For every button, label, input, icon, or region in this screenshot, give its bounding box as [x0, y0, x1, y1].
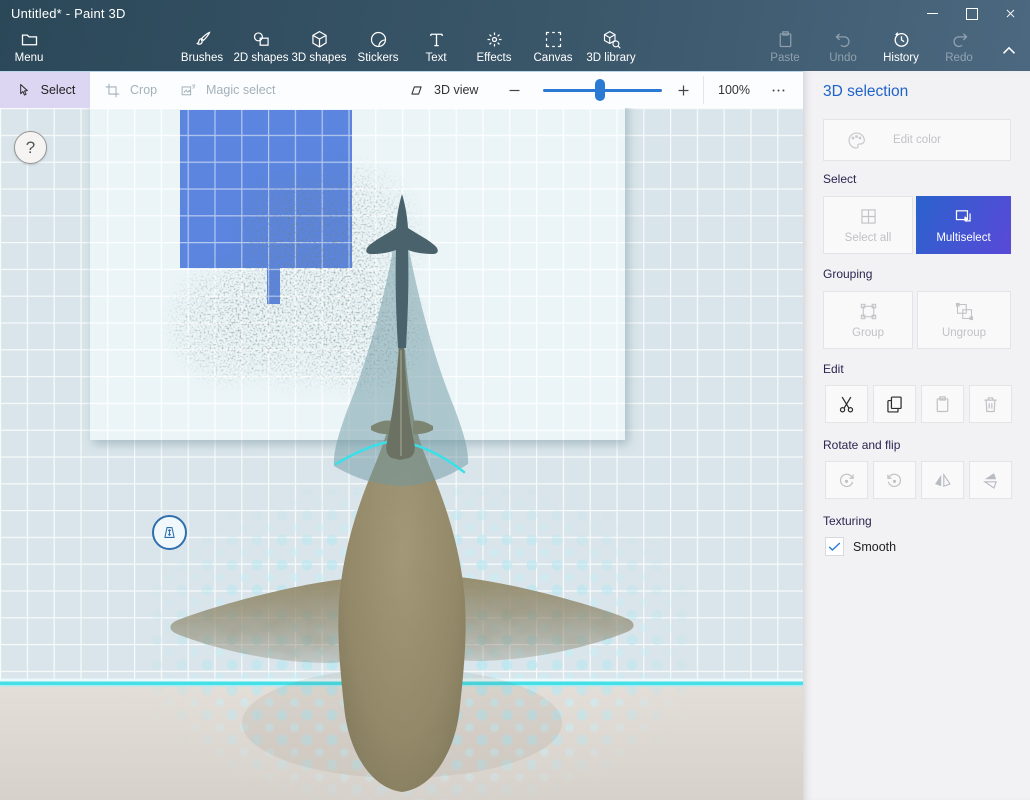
brush-icon [192, 29, 213, 50]
window-title: Untitled* - Paint 3D [11, 6, 126, 21]
paste-button: Paste [757, 29, 813, 64]
ungroup-icon [954, 301, 975, 322]
help-button[interactable]: ? [14, 131, 47, 164]
history-icon [891, 29, 912, 50]
tab-stickers[interactable]: Stickers [350, 29, 406, 64]
3d-view-button[interactable]: 3D view [408, 72, 478, 108]
collapse-ribbon-button chevron-up-icon[interactable] [996, 40, 1022, 62]
copy-button[interactable] [873, 385, 916, 423]
zoom-slider-thumb[interactable] [595, 79, 605, 101]
toolbar-divider [703, 76, 704, 104]
tab-effects[interactable]: Effects [466, 29, 522, 64]
minus-icon [506, 82, 523, 99]
flip-vertical-button [969, 461, 1012, 499]
effects-icon [484, 29, 505, 50]
history-button[interactable]: History [873, 29, 929, 64]
trash-icon [980, 394, 1001, 415]
close-button[interactable] [991, 0, 1030, 27]
redo-button: Redo [931, 29, 987, 64]
folder-icon [19, 29, 40, 50]
scene-3d [0, 108, 803, 800]
more-options-button[interactable] [770, 72, 787, 108]
flip-vertical-icon [980, 470, 1001, 491]
ellipsis-icon [770, 82, 787, 99]
redo-icon [949, 29, 970, 50]
close-icon [1002, 5, 1019, 22]
smooth-checkbox[interactable] [825, 537, 844, 556]
tab-canvas[interactable]: Canvas [525, 29, 581, 64]
maximize-icon [966, 8, 978, 20]
crop-icon [104, 82, 121, 99]
rotate-section-label: Rotate and flip [823, 438, 900, 452]
menu-button[interactable]: Menu [6, 29, 52, 64]
tab-text[interactable]: Text [408, 29, 464, 64]
zoom-in-button[interactable] [675, 72, 692, 108]
paste-icon [932, 394, 953, 415]
depth-push-pull-icon [161, 524, 178, 541]
palette-icon [846, 130, 867, 151]
plus-icon [675, 82, 692, 99]
side-panel-3d-selection: 3D selection Edit color Select Select al… [803, 71, 1030, 800]
group-button: Group [823, 291, 913, 349]
3d-shapes-icon [309, 29, 330, 50]
select-section-label: Select [823, 172, 856, 186]
cursor-icon [15, 82, 32, 99]
canvas-icon [543, 29, 564, 50]
multiselect-button[interactable]: Multiselect [916, 196, 1011, 254]
select-tool-button[interactable]: Select [0, 72, 90, 108]
magic-select-tool-button: Magic select [180, 72, 275, 108]
cut-button[interactable] [825, 385, 868, 423]
flip-horizontal-icon [932, 470, 953, 491]
smooth-checkbox-label: Smooth [853, 540, 896, 554]
paste-panel-button [921, 385, 964, 423]
canvas-viewport[interactable]: ? [0, 108, 803, 800]
panel-title: 3D selection [823, 83, 908, 101]
window-controls [913, 0, 1030, 27]
multiselect-icon [953, 206, 974, 227]
group-icon [858, 301, 879, 322]
flip-horizontal-button [921, 461, 964, 499]
tab-2d-shapes[interactable]: 2D shapes [233, 29, 289, 64]
tab-3d-shapes[interactable]: 3D shapes [291, 29, 347, 64]
crop-tool-button: Crop [104, 72, 157, 108]
zoom-level-value[interactable]: 100% [718, 72, 750, 108]
paste-icon [775, 29, 796, 50]
3d-view-icon [408, 82, 425, 99]
copy-icon [884, 394, 905, 415]
zoom-out-button[interactable] [506, 72, 523, 108]
minimize-icon [927, 13, 938, 15]
depth-control-button[interactable] [152, 515, 187, 550]
tab-brushes[interactable]: Brushes [174, 29, 230, 64]
rotate-right-button [873, 461, 916, 499]
grouping-section-label: Grouping [823, 267, 872, 281]
app-header: Untitled* - Paint 3D Menu Brushes 2D sha… [0, 0, 1030, 71]
stickers-icon [368, 29, 389, 50]
select-all-button: Select all [823, 196, 913, 254]
tab-3d-library[interactable]: 3D library [583, 29, 639, 64]
rotate-left-icon [836, 470, 857, 491]
delete-button [969, 385, 1012, 423]
undo-icon [833, 29, 854, 50]
cut-icon [836, 394, 857, 415]
rotate-right-icon [884, 470, 905, 491]
magic-select-icon [180, 82, 197, 99]
texturing-section-label: Texturing [823, 514, 872, 528]
select-all-icon [858, 206, 879, 227]
text-icon [426, 29, 447, 50]
rotate-left-button [825, 461, 868, 499]
edit-color-button: Edit color [823, 119, 1011, 161]
maximize-button[interactable] [952, 0, 991, 27]
minimize-button[interactable] [913, 0, 952, 27]
2d-shapes-icon [251, 29, 272, 50]
tool-options-bar: Select Crop Magic select 3D view 100% [0, 71, 803, 108]
checkmark-icon [826, 538, 843, 555]
zoom-slider[interactable] [543, 89, 662, 92]
3d-library-icon [601, 29, 622, 50]
undo-button: Undo [815, 29, 871, 64]
ungroup-button: Ungroup [917, 291, 1011, 349]
edit-section-label: Edit [823, 362, 844, 376]
